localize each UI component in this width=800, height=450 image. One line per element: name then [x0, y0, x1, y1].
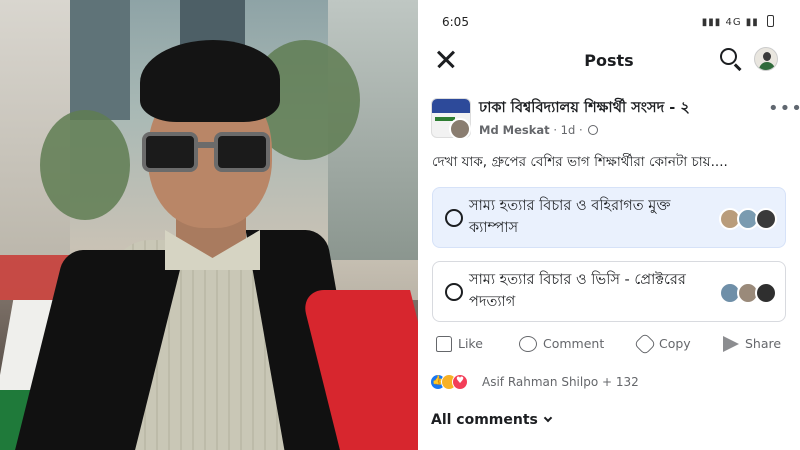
chevron-down-icon — [543, 413, 553, 423]
like-button[interactable]: Like — [436, 336, 483, 352]
sunglasses-lens — [142, 132, 198, 172]
search-icon[interactable] — [720, 48, 744, 72]
post-header: ঢাকা বিশ্ববিদ্যালয় শিক্ষার্থী সংসদ - ২ … — [418, 96, 800, 144]
person — [0, 0, 418, 450]
share-button[interactable]: Share — [723, 336, 781, 352]
all-comments-dropdown[interactable]: All comments — [431, 412, 553, 428]
share-icon — [723, 336, 739, 352]
group-name[interactable]: ঢাকা বিশ্ববিদ্যালয় শিক্ষার্থী সংসদ - ২ — [479, 97, 690, 121]
voter-avatar — [755, 208, 777, 230]
reactions-summary[interactable]: 👍 ♥ Asif Rahman Shilpo + 132 — [430, 374, 800, 392]
sunglasses-lens — [214, 132, 270, 172]
voter-avatar — [755, 282, 777, 304]
author-avatar[interactable] — [449, 118, 471, 140]
love-reaction-icon: ♥ — [452, 374, 468, 390]
status-icons: ▮▮▮ 4G ▮▮ — [702, 15, 774, 28]
radio-button[interactable] — [445, 283, 463, 301]
sunglasses-bridge — [198, 142, 214, 148]
poll-option[interactable]: সাম্য হত্যার বিচার ও ভিসি - প্রোক্টরের প… — [432, 261, 786, 322]
comment-label: Comment — [543, 336, 605, 351]
profile-avatar[interactable] — [754, 47, 778, 71]
app-header: Posts — [418, 36, 800, 82]
more-icon[interactable]: ••• — [768, 98, 800, 119]
post-actions: Like Comment Copy Share — [418, 332, 800, 360]
network-label: 4G — [725, 17, 742, 28]
comment-icon — [519, 336, 537, 352]
poll-option[interactable]: সাম্য হত্যার বিচার ও বহিরাগত মুক্ত ক্যাম… — [432, 187, 786, 248]
copy-label: Copy — [659, 336, 691, 351]
reactions-text: Asif Rahman Shilpo + 132 — [482, 375, 639, 389]
facebook-post-screen: 6:05 ▮▮▮ 4G ▮▮ Posts ঢাকা বিশ্ববিদ্যালয়… — [418, 0, 800, 450]
share-label: Share — [745, 336, 782, 351]
comment-button[interactable]: Comment — [519, 336, 604, 352]
poll-option-label: সাম্য হত্যার বিচার ও বহিরাগত মুক্ত ক্যাম… — [469, 198, 671, 236]
copy-icon — [633, 332, 657, 356]
signal-icon: ▮▮▮ — [701, 17, 722, 28]
radio-button[interactable] — [445, 209, 463, 227]
globe-icon — [588, 125, 599, 135]
signal-icon: ▮▮ — [745, 17, 759, 28]
voter-avatars[interactable] — [719, 208, 779, 230]
like-icon — [436, 336, 452, 352]
post-meta: Md Meskat · 1d · — [479, 123, 599, 137]
poll-option-label: সাম্য হত্যার বিচার ও ভিসি - প্রোক্টরের প… — [469, 272, 686, 310]
copy-button[interactable]: Copy — [633, 332, 691, 356]
sunglasses — [142, 132, 270, 174]
post-text: দেখা যাক, গ্রুপের বেশির ভাগ শিক্ষার্থীরা… — [432, 154, 728, 170]
voter-avatars[interactable] — [719, 282, 779, 304]
post-time[interactable]: 1d — [561, 123, 576, 137]
status-bar: 6:05 ▮▮▮ 4G ▮▮ — [418, 0, 800, 36]
author-name[interactable]: Md Meskat — [479, 123, 550, 137]
profile-photo — [0, 0, 418, 450]
hair — [140, 40, 280, 122]
battery-icon — [767, 15, 774, 27]
like-label: Like — [458, 336, 483, 351]
all-comments-label: All comments — [431, 412, 538, 428]
status-time: 6:05 — [442, 15, 469, 29]
